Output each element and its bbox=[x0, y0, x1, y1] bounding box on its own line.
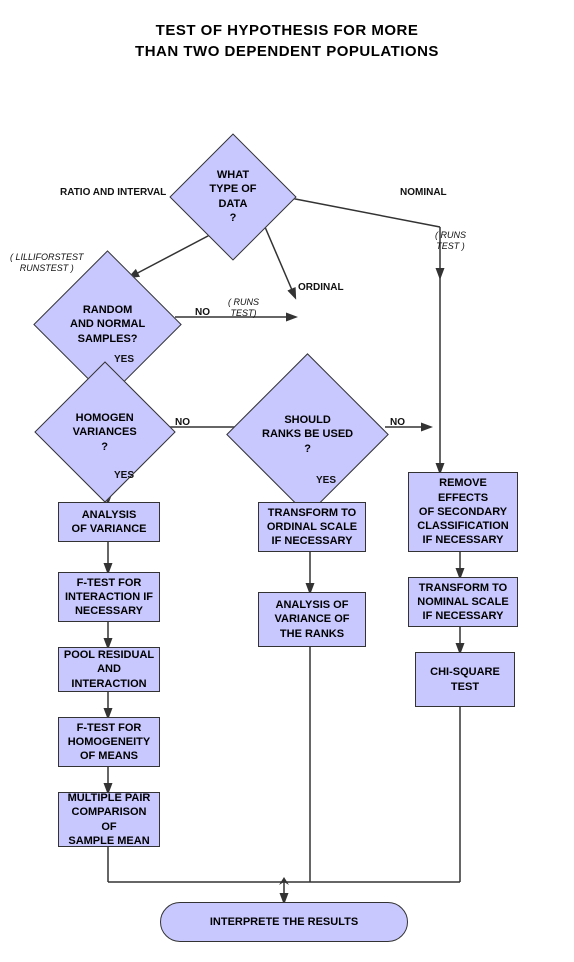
no-random-label: NO bbox=[195, 307, 210, 318]
interprete-ellipse: INTERPRETE THE RESULTS bbox=[160, 902, 408, 942]
remove-effects-rect: REMOVE EFFECTSOF SECONDARYCLASSIFICATION… bbox=[408, 472, 518, 552]
transform-ordinal-label: TRANSFORM TOORDINAL SCALEIF NECESSARY bbox=[267, 506, 357, 549]
runs-test-1-label: ( RUNSTEST) bbox=[228, 297, 259, 319]
transform-ordinal-rect: TRANSFORM TOORDINAL SCALEIF NECESSARY bbox=[258, 502, 366, 552]
nominal-label: NOMINAL bbox=[400, 187, 447, 198]
random-normal-label: RANDOMAND NORMALSAMPLES? bbox=[68, 301, 147, 348]
analysis-variance-ranks-label: ANALYSIS OFVARIANCE OFTHE RANKS bbox=[275, 598, 350, 641]
analysis-variance-label: ANALYSISOF VARIANCE bbox=[72, 508, 147, 537]
pool-residual-label: POOL RESIDUALANDINTERACTION bbox=[64, 648, 154, 691]
flowchart: WHATTYPE OFDATA? RATIO AND INTERVAL NOMI… bbox=[0, 82, 574, 942]
runs-test-2-label: ( RUNSTEST ) bbox=[435, 230, 466, 252]
multiple-pair-label: MULTIPLE PAIRCOMPARISON OFSAMPLE MEAN bbox=[63, 791, 155, 848]
remove-effects-label: REMOVE EFFECTSOF SECONDARYCLASSIFICATION… bbox=[413, 476, 513, 547]
homogen-diamond: HOMOGENVARIANCES? bbox=[34, 361, 175, 502]
chi-square-rect: CHI-SQUARETEST bbox=[415, 652, 515, 707]
lillifor-label: ( LILLIFORSTESTRUNSTEST ) bbox=[10, 252, 84, 274]
analysis-variance-rect: ANALYSISOF VARIANCE bbox=[58, 502, 160, 542]
transform-nominal-label: TRANSFORM TONOMINAL SCALEIF NECESSARY bbox=[417, 581, 508, 624]
f-test-interaction-label: F-TEST FORINTERACTION IFNECESSARY bbox=[65, 576, 153, 619]
f-test-homogeneity-rect: F-TEST FORHOMOGENEITYOF MEANS bbox=[58, 717, 160, 767]
f-test-interaction-rect: F-TEST FORINTERACTION IFNECESSARY bbox=[58, 572, 160, 622]
analysis-variance-ranks-rect: ANALYSIS OFVARIANCE OFTHE RANKS bbox=[258, 592, 366, 647]
chi-square-label: CHI-SQUARETEST bbox=[430, 665, 500, 694]
what-type-diamond: WHATTYPE OFDATA? bbox=[169, 133, 296, 260]
no-ranks-label: NO bbox=[390, 417, 405, 428]
should-ranks-diamond: SHOULDRANKS BE USED? bbox=[226, 353, 389, 516]
yes-random-label: YES bbox=[114, 354, 134, 365]
no-homogen-label: NO bbox=[175, 417, 190, 428]
f-test-homogeneity-label: F-TEST FORHOMOGENEITYOF MEANS bbox=[68, 721, 151, 764]
transform-nominal-rect: TRANSFORM TONOMINAL SCALEIF NECESSARY bbox=[408, 577, 518, 627]
should-ranks-label: SHOULDRANKS BE USED? bbox=[260, 411, 355, 458]
yes-homogen-label: YES bbox=[114, 470, 134, 481]
homogen-label: HOMOGENVARIANCES? bbox=[71, 409, 139, 456]
multiple-pair-rect: MULTIPLE PAIRCOMPARISON OFSAMPLE MEAN bbox=[58, 792, 160, 847]
yes-ranks-label: YES bbox=[316, 475, 336, 486]
ratio-interval-label: RATIO AND INTERVAL bbox=[60, 187, 166, 198]
ordinal-label: ORDINAL bbox=[298, 282, 344, 293]
page-title: TEST OF HYPOTHESIS FOR MORETHAN TWO DEPE… bbox=[0, 10, 574, 82]
interprete-label: INTERPRETE THE RESULTS bbox=[210, 915, 358, 929]
pool-residual-rect: POOL RESIDUALANDINTERACTION bbox=[58, 647, 160, 692]
what-type-label: WHATTYPE OFDATA? bbox=[207, 166, 258, 227]
